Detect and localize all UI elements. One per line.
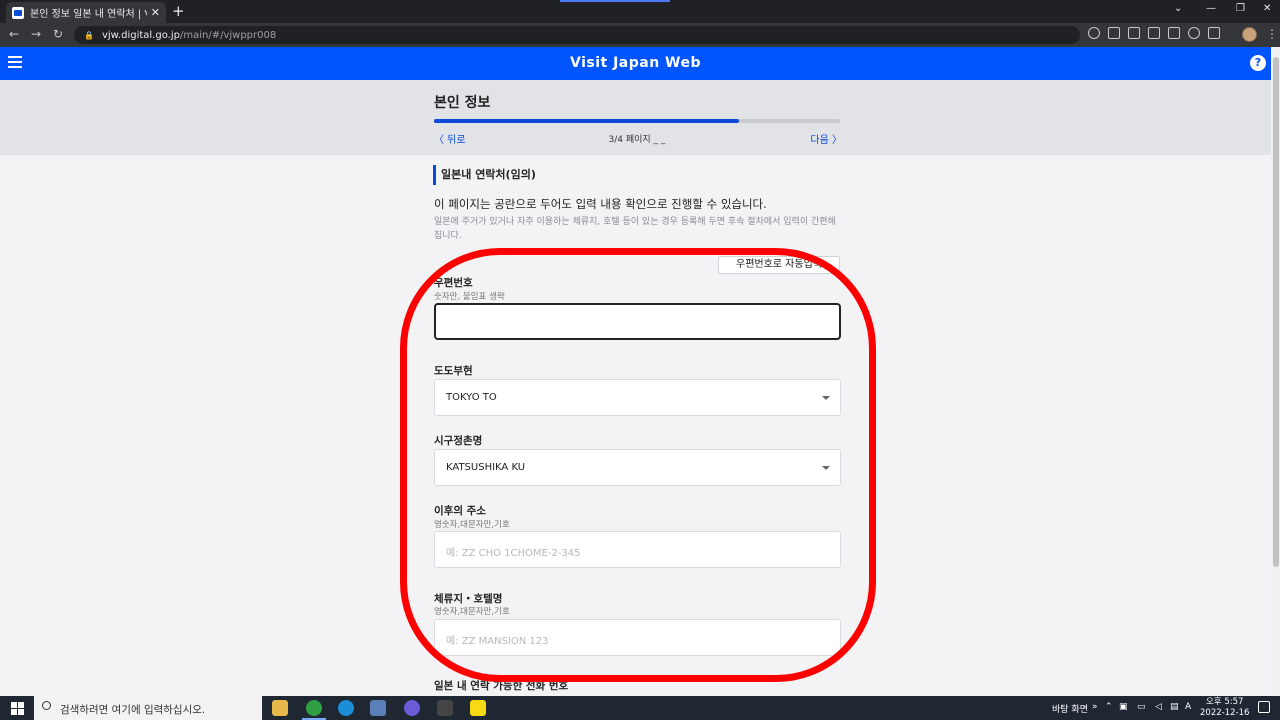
edge-icon[interactable] bbox=[338, 700, 354, 716]
tab-loading-indicator bbox=[560, 0, 670, 2]
key-icon[interactable] bbox=[1108, 27, 1120, 39]
file-explorer-icon[interactable] bbox=[272, 700, 288, 716]
volume-icon[interactable]: ◁ bbox=[1155, 702, 1162, 712]
translate-icon[interactable] bbox=[1148, 27, 1160, 39]
next-link[interactable]: 다음 〉 bbox=[790, 131, 842, 146]
page-title: 본인 정보 bbox=[434, 95, 491, 111]
scrollbar-thumb[interactable] bbox=[1273, 57, 1279, 567]
search-icon bbox=[42, 701, 51, 710]
help-icon[interactable]: ? bbox=[1250, 55, 1266, 71]
display-icon[interactable]: ▭ bbox=[1137, 702, 1146, 712]
reload-icon[interactable]: ↻ bbox=[53, 27, 63, 41]
page-counter: 3/4 페이지 _ _ bbox=[608, 135, 666, 145]
restore-icon[interactable]: ❐ bbox=[1236, 3, 1245, 14]
windows-taskbar: 검색하려면 여기에 입력하십시오. 바탕 화면 » ⌃ ▣ ▭ ◁ ▤ A 오후… bbox=[0, 696, 1280, 720]
ime-indicator[interactable]: A bbox=[1185, 702, 1191, 712]
taskbar-clock[interactable]: 오후 5:57 2022-12-16 bbox=[1200, 697, 1249, 719]
step-progress-fill bbox=[434, 119, 739, 123]
show-hidden-icons[interactable]: ⌃ bbox=[1105, 702, 1113, 712]
taskbar-search-box[interactable]: 검색하려면 여기에 입력하십시오. bbox=[34, 696, 262, 720]
menu-icon[interactable]: ⋮ bbox=[1266, 27, 1278, 41]
back-link[interactable]: 〈 뒤로 bbox=[434, 131, 466, 146]
browser-tab[interactable]: 본인 정보 일본 내 연락처 | Visit ✕ bbox=[6, 2, 166, 23]
url-host: vjw.digital.go.jp bbox=[101, 29, 180, 41]
new-tab-button[interactable]: + bbox=[172, 2, 185, 20]
network-icon[interactable]: ▣ bbox=[1119, 702, 1128, 712]
window-close-icon[interactable]: ✕ bbox=[1263, 3, 1271, 14]
browser-tabbar: 본인 정보 일본 내 연락처 | Visit ✕ + ⌄ — ❐ ✕ bbox=[0, 0, 1280, 23]
tab-search-icon[interactable]: ⌄ bbox=[1174, 3, 1182, 14]
keyboard-icon[interactable]: ▤ bbox=[1170, 702, 1179, 712]
clock-date: 2022-12-16 bbox=[1200, 708, 1250, 718]
site-favicon-icon bbox=[12, 6, 24, 19]
clock-time: 오후 5:57 bbox=[1205, 697, 1244, 707]
forward-arrow-icon[interactable]: → bbox=[31, 27, 41, 41]
section-title: 일본내 연락처(임의) bbox=[433, 165, 536, 185]
webcam-app-icon[interactable] bbox=[404, 700, 420, 716]
taskbar-search-placeholder: 검색하려면 여기에 입력하십시오. bbox=[60, 704, 206, 716]
site-header: Visit Japan Web ? bbox=[0, 47, 1271, 80]
settings-gear-icon[interactable] bbox=[437, 700, 453, 716]
sidebar-icon[interactable] bbox=[1208, 27, 1220, 39]
profile-avatar[interactable] bbox=[1242, 27, 1257, 42]
share-icon[interactable] bbox=[1168, 27, 1180, 39]
chrome-icon[interactable] bbox=[306, 700, 322, 716]
windows-start-icon[interactable] bbox=[11, 702, 24, 715]
minimize-icon[interactable]: — bbox=[1206, 3, 1216, 14]
step-panel: 본인 정보 〈 뒤로 3/4 페이지 _ _ 다음 〉 bbox=[0, 80, 1271, 155]
url-path: /main/#/vjwppr008 bbox=[179, 29, 277, 41]
tab-title: 본인 정보 일본 내 연락처 | Visit bbox=[30, 9, 147, 20]
address-bar[interactable]: 🔒 vjw.digital.go.jp /main/#/vjwppr008 bbox=[74, 26, 1080, 44]
kakaotalk-icon[interactable] bbox=[470, 700, 486, 716]
tray-chevron[interactable]: » bbox=[1092, 702, 1098, 712]
back-arrow-icon[interactable]: ← bbox=[9, 27, 19, 41]
browser-toolbar: ← → ↻ 🔒 vjw.digital.go.jp /main/#/vjwppr… bbox=[0, 23, 1280, 47]
notification-icon[interactable] bbox=[1258, 701, 1270, 713]
hint-text: 일본에 주거가 있거나 자주 이용하는 체류지, 호텔 등이 있는 경우 등록해… bbox=[434, 217, 836, 241]
app-icon[interactable] bbox=[370, 700, 386, 716]
extension-icons bbox=[1088, 27, 1220, 39]
close-tab-icon[interactable]: ✕ bbox=[151, 6, 160, 19]
site-title: Visit Japan Web bbox=[569, 55, 701, 71]
install-icon[interactable] bbox=[1128, 27, 1140, 39]
google-icon[interactable] bbox=[1088, 27, 1100, 39]
bookmark-star-icon[interactable] bbox=[1188, 27, 1200, 39]
lock-icon: 🔒 bbox=[84, 30, 94, 40]
step-progress-bar bbox=[434, 119, 840, 123]
highlight-annotation bbox=[400, 248, 876, 682]
intro-text: 이 페이지는 공란으로 두어도 입력 내용 확인으로 진행할 수 있습니다. bbox=[434, 197, 767, 211]
desktop-toolbar-label[interactable]: 바탕 화면 bbox=[1052, 702, 1088, 715]
